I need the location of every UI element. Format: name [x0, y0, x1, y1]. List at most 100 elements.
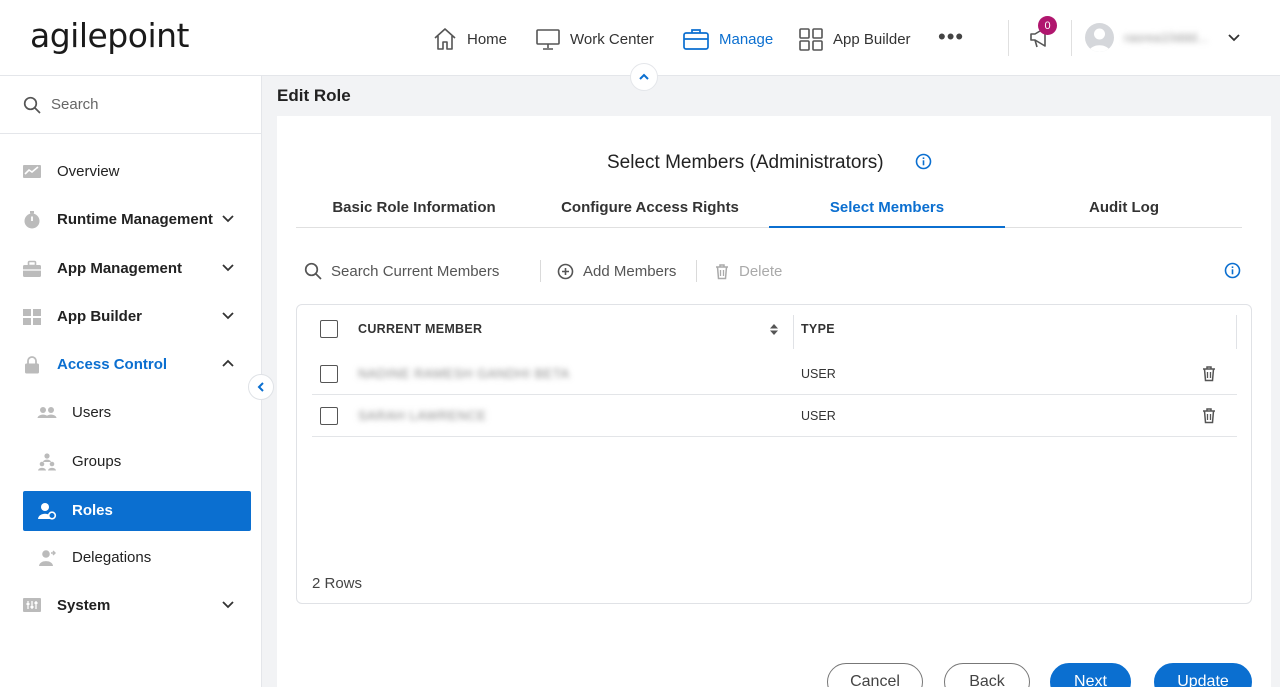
page-title: Edit Role — [277, 86, 351, 105]
sort-icon[interactable] — [769, 323, 779, 336]
row-checkbox[interactable] — [320, 407, 338, 425]
sidebar-item-label: Users — [72, 404, 112, 421]
toolbar-divider — [696, 260, 697, 282]
select-all-checkbox[interactable] — [320, 320, 338, 338]
notifications-button[interactable]: 0 — [1028, 16, 1057, 52]
stopwatch-icon — [24, 211, 40, 229]
nav-home-label: Home — [467, 30, 508, 48]
user-avatar-icon — [1089, 28, 1110, 52]
agilepoint-logo[interactable]: agilepoint — [30, 16, 189, 55]
toolbox-icon — [23, 260, 41, 277]
main-content: Edit Role Select Members (Administrators… — [262, 76, 1280, 687]
user-menu-chevron[interactable] — [1226, 30, 1242, 51]
chevron-left-icon — [257, 382, 264, 392]
delete-button[interactable]: Delete — [714, 258, 782, 284]
header-divider — [1071, 20, 1072, 56]
member-type: USER — [801, 367, 836, 381]
title-info-button[interactable] — [915, 153, 932, 175]
users-icon — [37, 407, 57, 418]
sidebar-item-delegations[interactable]: Delegations — [0, 538, 261, 578]
sidebar-item-runtime-management[interactable]: Runtime Management — [0, 200, 261, 240]
sidebar-item-label: Overview — [57, 163, 120, 180]
nav-app-builder[interactable]: App Builder — [798, 24, 911, 54]
chart-icon — [23, 165, 41, 178]
next-button[interactable]: Next — [1050, 663, 1131, 687]
trash-icon — [1203, 366, 1215, 382]
row-checkbox[interactable] — [320, 365, 338, 383]
home-icon — [434, 28, 456, 50]
row-delete-button[interactable] — [1201, 365, 1217, 387]
sidebar-item-label: System — [57, 597, 111, 614]
add-circle-icon — [557, 263, 574, 279]
info-icon — [915, 153, 932, 170]
sidebar-item-label: Roles — [72, 502, 113, 519]
column-header-current-member[interactable]: CURRENT MEMBER — [358, 305, 482, 353]
sidebar-item-label: App Management — [57, 260, 183, 277]
chevron-down-icon — [222, 601, 234, 609]
avatar[interactable] — [1085, 23, 1114, 52]
tab-audit-log[interactable]: Audit Log — [1006, 188, 1242, 228]
search-members-label: Search Current Members — [331, 262, 500, 280]
nav-manage[interactable]: Manage — [682, 24, 773, 54]
search-icon — [304, 262, 322, 280]
chevron-down-icon — [222, 312, 234, 320]
update-button[interactable]: Update — [1154, 663, 1252, 687]
sidebar-item-access-control[interactable]: Access Control — [0, 345, 261, 385]
collapse-header-button[interactable] — [630, 63, 658, 91]
nav-work-center[interactable]: Work Center — [535, 24, 654, 54]
sidebar-item-groups[interactable]: Groups — [0, 442, 261, 482]
nav-home[interactable]: Home — [432, 24, 507, 54]
member-type: USER — [801, 409, 836, 423]
tab-configure-access-rights[interactable]: Configure Access Rights — [532, 188, 768, 228]
row-delete-button[interactable] — [1201, 407, 1217, 429]
trash-icon — [1203, 408, 1215, 424]
username[interactable]: rasrea10ddd... — [1124, 30, 1208, 45]
card-title: Select Members (Administrators) — [607, 152, 884, 173]
sidebar-item-users[interactable]: Users — [0, 393, 261, 433]
tab-select-members[interactable]: Select Members — [769, 188, 1005, 228]
column-header-type[interactable]: TYPE — [801, 305, 835, 353]
sidebar-item-label: App Builder — [57, 308, 142, 325]
grid-icon — [799, 28, 823, 51]
sidebar-item-label: Groups — [72, 453, 122, 470]
settings-sliders-icon — [23, 598, 41, 612]
toolbar-info-button[interactable] — [1224, 262, 1241, 283]
member-name: SARAH LAWRENCE — [358, 408, 487, 423]
sidebar-search[interactable]: Search — [0, 76, 261, 134]
members-toolbar: Search Current Members Add Members Delet… — [304, 258, 1244, 284]
chevron-up-icon — [222, 359, 234, 367]
sidebar-item-overview[interactable]: Overview — [0, 152, 261, 192]
nav-work-center-label: Work Center — [570, 30, 654, 48]
chevron-down-icon — [222, 215, 234, 223]
table-row[interactable]: NADINE RAMESH GANDHI BETA USER — [312, 353, 1237, 395]
cancel-button[interactable]: Cancel — [827, 663, 923, 687]
briefcase-icon — [683, 29, 709, 50]
chevron-up-icon — [639, 73, 649, 80]
info-icon — [1224, 262, 1241, 279]
header-divider — [1008, 20, 1009, 56]
chevron-down-icon — [1228, 34, 1240, 42]
notification-badge: 0 — [1038, 16, 1057, 35]
sidebar-item-app-management[interactable]: App Management — [0, 249, 261, 289]
sidebar-search-label: Search — [51, 96, 99, 113]
collapse-sidebar-button[interactable] — [248, 374, 274, 400]
sidebar-item-roles[interactable]: Roles — [23, 491, 251, 531]
sidebar-item-system[interactable]: System — [0, 586, 261, 626]
sidebar-item-label: Runtime Management — [57, 211, 213, 228]
monitor-icon — [536, 29, 560, 50]
table-row[interactable]: SARAH LAWRENCE USER — [312, 395, 1237, 437]
nav-manage-label: Manage — [719, 30, 774, 48]
toolbar-divider — [540, 260, 541, 282]
column-divider — [1236, 315, 1237, 349]
sidebar-item-app-builder[interactable]: App Builder — [0, 297, 261, 337]
row-count: 2 Rows — [312, 575, 363, 592]
add-members-button[interactable]: Add Members — [557, 258, 676, 284]
nav-app-builder-label: App Builder — [833, 30, 911, 48]
tab-basic-role-information[interactable]: Basic Role Information — [296, 188, 532, 228]
sidebar-item-label: Access Control — [57, 356, 168, 373]
column-divider — [793, 315, 794, 349]
search-members-input[interactable]: Search Current Members — [304, 258, 499, 284]
more-menu-button[interactable]: ••• — [938, 22, 964, 52]
tab-bar: Basic Role Information Configure Access … — [296, 188, 1242, 228]
back-button[interactable]: Back — [944, 663, 1030, 687]
